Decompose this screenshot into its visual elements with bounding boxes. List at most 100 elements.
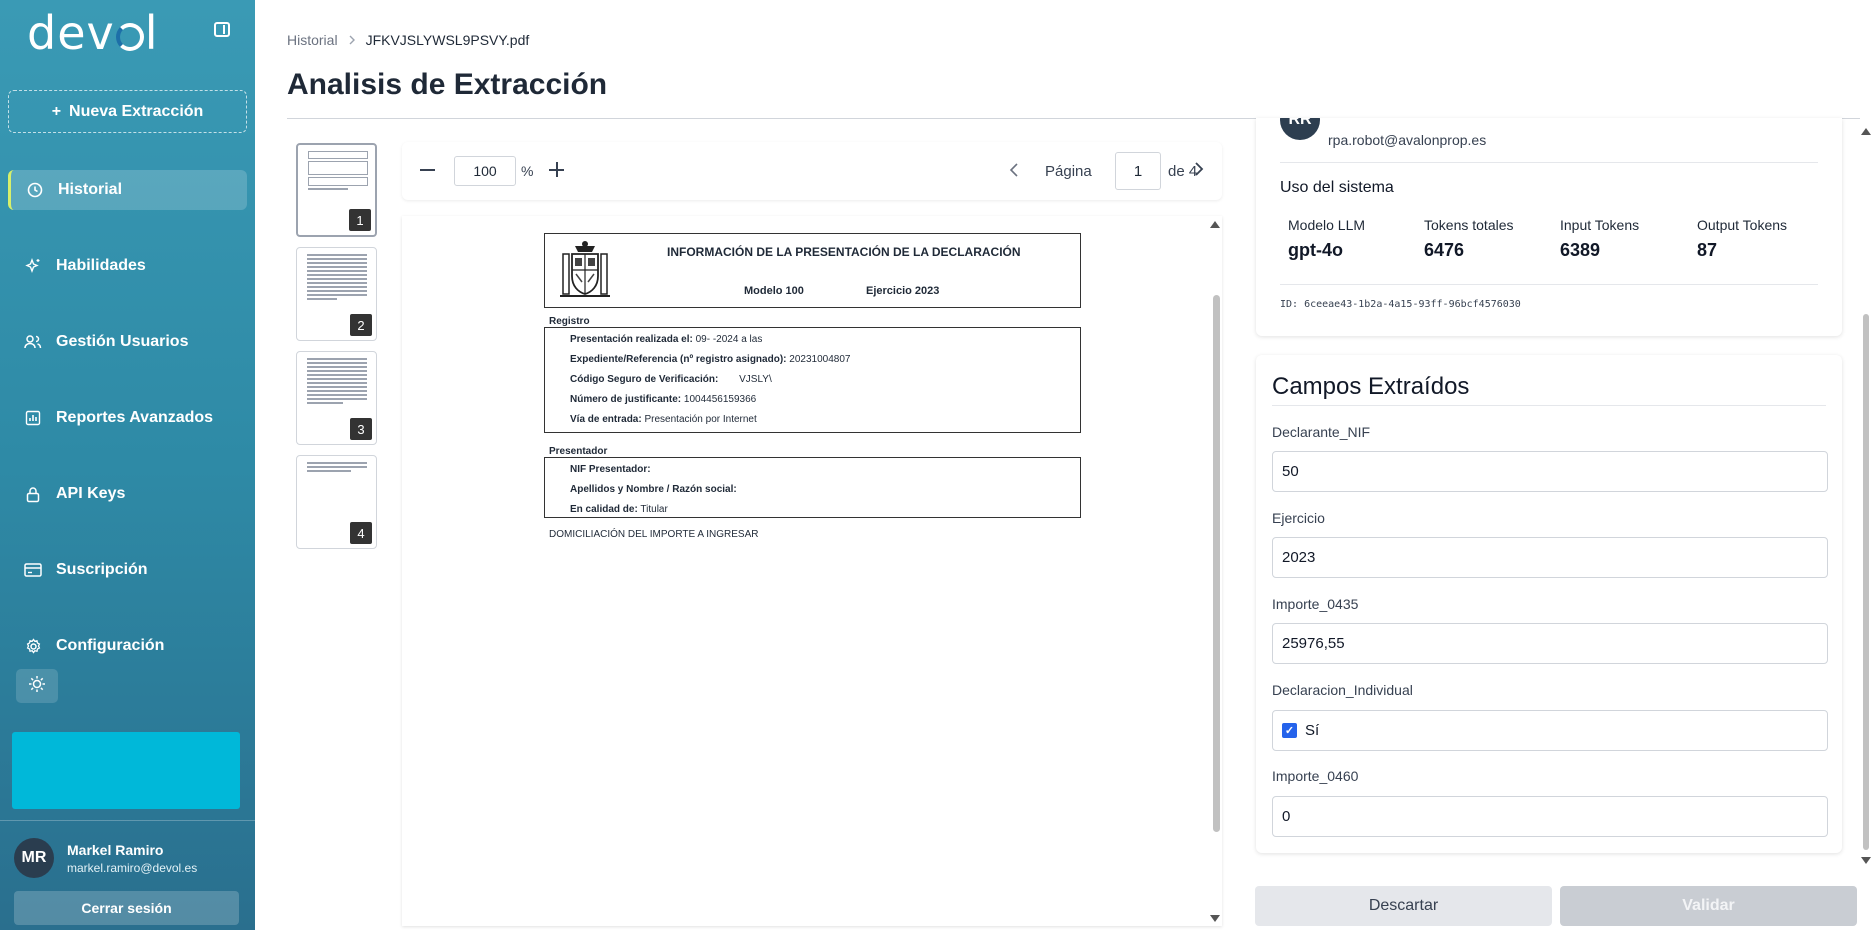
panel-scroll-up-icon[interactable] xyxy=(1861,128,1871,135)
gear-icon xyxy=(24,637,42,655)
page-thumbnail[interactable]: 4 xyxy=(296,455,377,549)
document-row: Apellidos y Nombre / Razón social: xyxy=(570,484,737,495)
devol-logo[interactable]: dev l xyxy=(27,6,159,60)
users-icon xyxy=(24,333,42,351)
sidebar-item-suscripcion[interactable]: Suscripción xyxy=(8,550,247,590)
sidebar-item-label: Historial xyxy=(58,181,123,198)
domiciliacion-heading: DOMICILIACIÓN DEL IMPORTE A INGRESAR xyxy=(549,529,759,540)
breadcrumb-current: JFKVJSLYWSL9PSVY.pdf xyxy=(365,32,530,48)
viewer-scroll-down-icon[interactable] xyxy=(1210,915,1220,922)
field-input-importe-0460[interactable]: 0 xyxy=(1272,796,1828,837)
sidebar-divider xyxy=(0,820,255,821)
usage-title: Uso del sistema xyxy=(1280,179,1394,196)
sidebar-item-label: Reportes Avanzados xyxy=(56,409,214,426)
pdf-viewer[interactable] xyxy=(402,216,1222,926)
document-row: Código Seguro de Verificación: VJSLY\ xyxy=(570,374,772,385)
field-label-importe-0460: Importe_0460 xyxy=(1272,768,1359,784)
page-title: Analisis de Extracción xyxy=(287,68,608,101)
document-row: En calidad de: Titular xyxy=(570,504,668,515)
user-name: Markel Ramiro xyxy=(67,842,164,858)
document-row: Expediente/Referencia (nº registro asign… xyxy=(570,354,850,365)
sidebar-item-label: Configuración xyxy=(56,637,165,654)
sidebar-item-configuracion[interactable]: Configuración xyxy=(8,626,247,666)
zoom-input[interactable]: 100 xyxy=(454,156,516,186)
viewer-scroll-up-icon[interactable] xyxy=(1210,221,1220,228)
sidebar-item-label: API Keys xyxy=(56,485,126,502)
theme-toggle-button[interactable] xyxy=(16,669,58,703)
panel-scroll-down-icon[interactable] xyxy=(1861,857,1871,864)
zoom-out-icon[interactable] xyxy=(420,162,436,178)
row-label: Código Seguro de Verificación: xyxy=(570,374,719,385)
stat-label-total-tokens: Tokens totales xyxy=(1424,217,1514,233)
sidebar-item-label: Suscripción xyxy=(56,561,148,578)
sidebar: dev l + Nueva Extracción Historial Habili… xyxy=(0,0,255,930)
document-modelo: Modelo 100 xyxy=(744,285,804,297)
lock-icon xyxy=(24,485,42,503)
row-label: Presentación realizada el: xyxy=(570,334,693,345)
new-extraction-button[interactable]: + Nueva Extracción xyxy=(8,90,247,133)
page-thumbnail[interactable]: 3 xyxy=(296,351,377,445)
stat-value-model: gpt-4o xyxy=(1288,240,1343,260)
logo-text-end: l xyxy=(144,6,159,60)
row-value: VJSLY\ xyxy=(739,374,772,385)
validate-button[interactable]: Validar xyxy=(1560,886,1857,926)
row-value: Titular xyxy=(640,504,668,515)
sun-icon xyxy=(28,675,46,698)
credit-card-icon xyxy=(24,561,42,579)
next-page-icon[interactable] xyxy=(1194,160,1204,183)
fields-title: Campos Extraídos xyxy=(1272,373,1470,400)
discard-button[interactable]: Descartar xyxy=(1255,886,1552,926)
document-title: INFORMACIÓN DE LA PRESENTACIÓN DE LA DEC… xyxy=(667,245,1021,259)
sidebar-item-gestion-usuarios[interactable]: Gestión Usuarios xyxy=(8,322,247,362)
document-row: Número de justificante: 1004456159366 xyxy=(570,394,756,405)
field-input-importe-0435[interactable]: 25976,55 xyxy=(1272,623,1828,664)
info-divider xyxy=(1280,162,1818,163)
app: dev l + Nueva Extracción Historial Habili… xyxy=(0,0,1872,930)
thumbnail-preview xyxy=(308,151,368,192)
sidebar-item-label: Gestión Usuarios xyxy=(56,333,189,350)
page-total: de 4 xyxy=(1168,163,1198,180)
field-input-ejercicio[interactable]: 2023 xyxy=(1272,537,1828,578)
sidebar-item-reportes[interactable]: Reportes Avanzados xyxy=(8,398,247,438)
stat-label-input-tokens: Input Tokens xyxy=(1560,217,1640,233)
robot-email: rpa.robot@avalonprop.es xyxy=(1328,132,1487,148)
sidebar-collapse-icon[interactable] xyxy=(214,22,230,37)
checkbox-checked-icon[interactable]: ✓ xyxy=(1282,723,1297,738)
page-thumbnail[interactable]: 1 xyxy=(296,143,377,237)
user-avatar[interactable]: MR xyxy=(14,838,54,878)
previous-page-icon[interactable] xyxy=(1009,162,1019,183)
coat-of-arms-icon xyxy=(560,241,610,297)
sparkles-icon xyxy=(24,257,42,275)
logout-button[interactable]: Cerrar sesión xyxy=(14,891,239,925)
zoom-unit: % xyxy=(521,163,534,179)
page-label: Página xyxy=(1045,163,1092,180)
plus-icon: + xyxy=(51,102,62,120)
page-thumbnail[interactable]: 2 xyxy=(296,247,377,341)
extraction-id: ID: 6ceeae43-1b2a-4a15-93ff-96bcf4576030 xyxy=(1280,299,1521,310)
field-label-declaracion-individual: Declaracion_Individual xyxy=(1272,682,1413,698)
panel-scrollbar[interactable] xyxy=(1863,314,1869,850)
viewer-toolbar: 100 % Página 1 de 4 xyxy=(402,142,1222,200)
field-input-declarante-nif[interactable]: 50 xyxy=(1272,451,1828,492)
row-label: Apellidos y Nombre / Razón social: xyxy=(570,484,737,495)
zoom-in-icon[interactable] xyxy=(549,162,565,178)
row-value: 09- -2024 a las xyxy=(695,334,763,345)
thumbnail-number: 1 xyxy=(349,209,371,231)
breadcrumb-root-link[interactable]: Historial xyxy=(287,32,338,48)
page-number-input[interactable]: 1 xyxy=(1115,152,1161,190)
fields-divider xyxy=(1272,405,1826,406)
viewer-scrollbar[interactable] xyxy=(1213,295,1220,832)
promo-banner xyxy=(12,732,240,809)
document-ejercicio: Ejercicio 2023 xyxy=(866,285,940,297)
field-label-declarante-nif: Declarante_NIF xyxy=(1272,424,1371,440)
bar-chart-icon xyxy=(24,409,42,427)
new-extraction-label: Nueva Extracción xyxy=(69,102,204,120)
row-value: 1004456159366 xyxy=(683,394,757,405)
thumbnail-number: 3 xyxy=(350,418,372,440)
document-row: Vía de entrada: Presentación por Interne… xyxy=(570,414,757,425)
row-label: Expediente/Referencia (nº registro asign… xyxy=(570,354,787,365)
sidebar-item-historial[interactable]: Historial xyxy=(8,170,247,210)
extracted-fields-card: Campos Extraídos Declarante_NIF 50 Ejerc… xyxy=(1256,355,1842,853)
sidebar-item-api-keys[interactable]: API Keys xyxy=(8,474,247,514)
sidebar-item-habilidades[interactable]: Habilidades xyxy=(8,246,247,286)
